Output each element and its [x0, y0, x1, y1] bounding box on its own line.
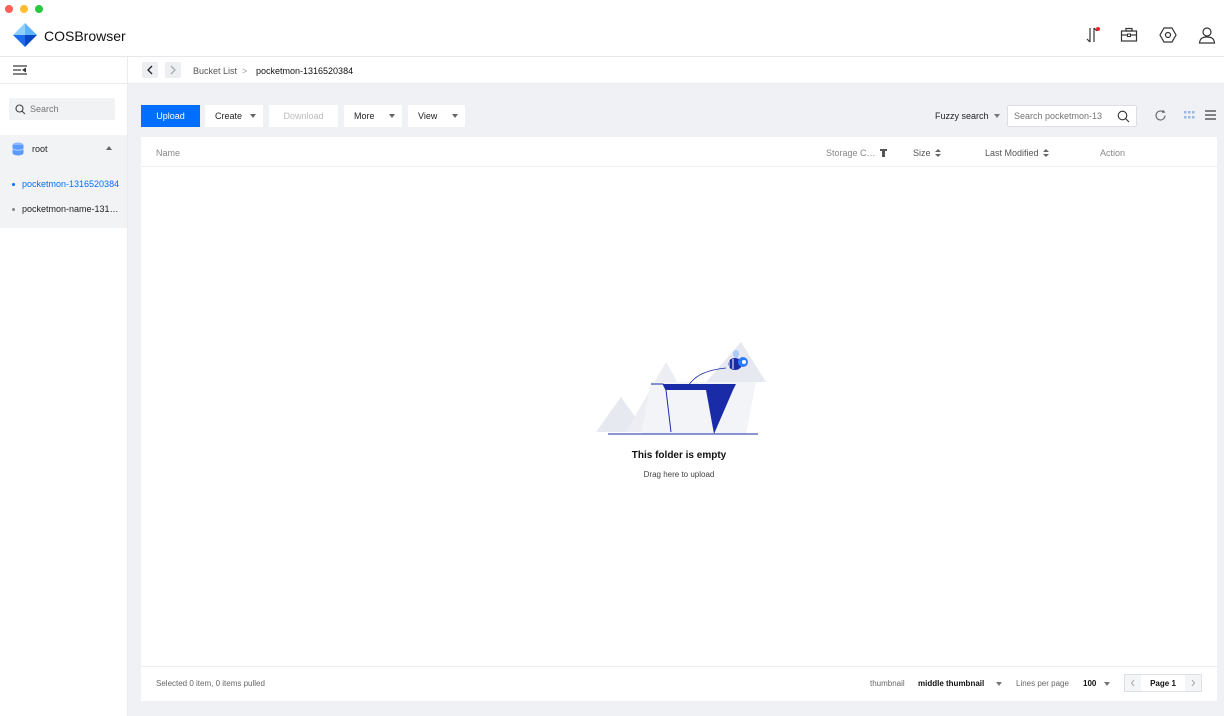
sidebar-item-bucket[interactable]: pocketmon-1316520384 [12, 179, 119, 189]
empty-state-subtitle: Drag here to upload [643, 470, 715, 479]
bucket-label: pocketmon-1316520384 [22, 179, 120, 189]
more-dropdown[interactable]: More [344, 105, 402, 127]
selection-status: Selected 0 item, 0 items pulled [156, 679, 265, 688]
chevron-left-icon [147, 65, 153, 75]
column-size-label: Size [913, 148, 931, 158]
view-label: View [418, 111, 438, 121]
sidebar-search-input[interactable] [30, 104, 110, 114]
bucket-label: pocketmon-name-131… [22, 204, 119, 214]
search-mode-select[interactable]: Fuzzy search [935, 111, 989, 121]
root-node[interactable]: root [12, 142, 116, 156]
empty-state-title: This folder is empty [631, 450, 727, 461]
page-indicator[interactable]: Page 1 [1141, 679, 1185, 688]
database-icon [12, 142, 24, 156]
lines-per-page-label: Lines per page [1016, 679, 1069, 688]
maximize-window-button[interactable] [35, 5, 43, 13]
chevron-down-icon [389, 114, 395, 118]
object-search[interactable] [1007, 105, 1137, 127]
next-page-button[interactable] [1185, 675, 1201, 691]
search-icon [15, 103, 26, 114]
object-search-input[interactable] [1014, 111, 1112, 121]
bullet-icon [12, 182, 15, 186]
user-account-icon[interactable] [1198, 26, 1216, 44]
sort-icon[interactable] [1042, 148, 1049, 158]
column-action: Action [1100, 148, 1126, 158]
create-label: Create [215, 111, 243, 121]
thumbnail-label: thumbnail [870, 679, 905, 688]
app-title: COSBrowser [44, 28, 126, 44]
upload-button[interactable]: Upload [141, 105, 200, 127]
chevron-down-icon [452, 114, 458, 118]
main-panel: Bucket List > pocketmon-1316520384 Uploa… [128, 57, 1224, 716]
column-storage-class-label: Storage C… [826, 148, 876, 158]
more-label: More [354, 111, 375, 121]
settings-icon[interactable] [1159, 26, 1177, 44]
breadcrumb-current: pocketmon-1316520384 [256, 66, 354, 76]
back-button[interactable] [142, 62, 158, 78]
chevron-right-icon [170, 65, 176, 75]
root-label: root [32, 144, 48, 154]
thumbnail-select[interactable]: middle thumbnail [918, 679, 984, 688]
window-controls [5, 5, 43, 13]
breadcrumb-separator: > [242, 66, 248, 76]
list-view-icon[interactable] [1205, 110, 1216, 120]
sidebar: root pocketmon-1316520384 pocketmon-name… [0, 57, 128, 716]
collapse-sidebar-icon[interactable] [12, 64, 28, 76]
column-last-modified[interactable]: Last Modified [985, 148, 1049, 158]
search-icon[interactable] [1117, 110, 1130, 123]
sidebar-item-bucket[interactable]: pocketmon-name-131… [12, 204, 119, 214]
chevron-left-icon [1130, 679, 1135, 687]
chevron-right-icon [1191, 679, 1196, 687]
empty-folder-illustration [596, 342, 766, 435]
chevron-up-icon[interactable] [106, 146, 112, 150]
filter-icon[interactable] [879, 149, 887, 157]
cosbrowser-logo-icon [13, 23, 37, 47]
create-dropdown[interactable]: Create [205, 105, 263, 127]
breadcrumb-bucket-list[interactable]: Bucket List [193, 66, 237, 76]
refresh-icon[interactable] [1154, 109, 1167, 122]
download-button[interactable]: Download [269, 105, 338, 127]
file-table: Name Storage C… Size Last Modified Actio… [141, 137, 1217, 701]
close-window-button[interactable] [5, 5, 13, 13]
lines-per-page-select[interactable]: 100 [1083, 679, 1096, 688]
previous-page-button[interactable] [1125, 675, 1141, 691]
chevron-down-icon[interactable] [994, 114, 1000, 118]
table-header: Name Storage C… Size Last Modified Actio… [141, 137, 1217, 167]
view-dropdown[interactable]: View [408, 105, 465, 127]
forward-button[interactable] [165, 62, 181, 78]
table-footer: Selected 0 item, 0 items pulled thumbnai… [141, 666, 1217, 701]
pagination: Page 1 [1124, 674, 1202, 692]
sort-icon[interactable] [934, 148, 941, 158]
grid-view-icon[interactable] [1184, 111, 1195, 120]
chevron-down-icon [250, 114, 256, 118]
transfer-queue-icon[interactable] [1084, 26, 1102, 44]
toolbox-icon[interactable] [1120, 26, 1138, 44]
column-storage-class[interactable]: Storage C… [826, 148, 887, 158]
bullet-icon [12, 207, 15, 211]
sidebar-divider [0, 83, 128, 84]
bucket-tree: root pocketmon-1316520384 pocketmon-name… [0, 135, 127, 228]
chevron-down-icon[interactable] [1104, 682, 1110, 686]
column-size[interactable]: Size [913, 148, 941, 158]
notification-dot [1096, 27, 1100, 31]
breadcrumb: Bucket List > pocketmon-1316520384 [128, 57, 1224, 84]
chevron-down-icon[interactable] [996, 682, 1002, 686]
title-bar: COSBrowser [0, 0, 1224, 57]
minimize-window-button[interactable] [20, 5, 28, 13]
sidebar-search[interactable] [9, 98, 115, 120]
column-name[interactable]: Name [156, 148, 180, 158]
column-last-modified-label: Last Modified [985, 148, 1039, 158]
